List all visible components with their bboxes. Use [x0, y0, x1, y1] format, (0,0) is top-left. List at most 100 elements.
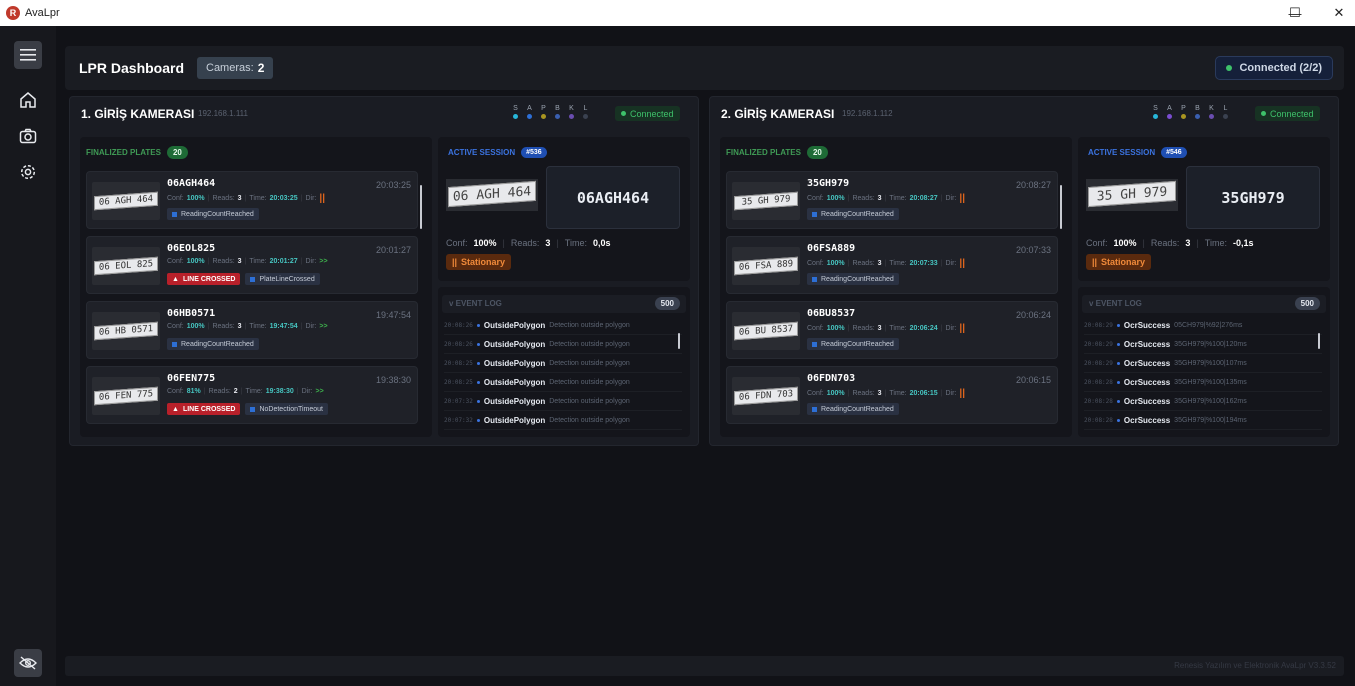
- connection-status-text: Connected (2/2): [1239, 62, 1322, 74]
- event-name: OutsidePolygon: [483, 416, 546, 425]
- event-dot-icon: [1116, 362, 1120, 365]
- event-log-header[interactable]: v EVENT LOG 500: [442, 295, 686, 313]
- settings-button[interactable]: [14, 158, 42, 186]
- menu-button[interactable]: [14, 41, 42, 69]
- camera-button[interactable]: [14, 122, 42, 150]
- close-button[interactable]: ✕: [1317, 0, 1355, 26]
- hide-button[interactable]: [14, 649, 42, 677]
- plate-timestamp: 19:47:54: [375, 310, 411, 320]
- dashboard-header: LPR Dashboard Cameras: 2 Connected (2/2): [65, 46, 1344, 90]
- scrollbar[interactable]: [1060, 185, 1062, 229]
- reason-badge: ReadingCountReached: [167, 338, 259, 350]
- divider: |: [940, 390, 943, 397]
- plate-row[interactable]: 06 BU 8537 06BU8537 20:06:24 Conf: 100% | Read…: [726, 301, 1058, 359]
- conf-value: 100%: [186, 258, 205, 265]
- reason-square-icon: [172, 211, 177, 217]
- event-row: 20:07:32 OutsidePolygon Detection outside …: [444, 393, 682, 411]
- active-session-header: ACTIVE SESSION #546: [1088, 147, 1187, 158]
- reason-text: ReadingCountReached: [821, 210, 894, 218]
- plate-stats: Conf: 100% | Reads: 3 | Time: 20:07:33 | Dir: ||: [807, 258, 965, 269]
- event-name: OcrSuccess: [1123, 378, 1171, 387]
- reads-label: Reads:: [852, 195, 875, 202]
- nav-rail: [0, 26, 56, 686]
- scrollbar[interactable]: [1318, 333, 1320, 349]
- plate-number: 06BU8537: [807, 308, 856, 319]
- finalized-plates-label: FINALIZED PLATES: [726, 148, 801, 157]
- event-timestamp: 20:08:26: [444, 341, 473, 348]
- event-log-label: v EVENT LOG: [1089, 299, 1142, 308]
- event-message: Detection outside polygon: [549, 398, 630, 405]
- plate-row[interactable]: 06 EOL 825 06EOL825 20:01:27 Conf: 100% | Read…: [86, 236, 418, 294]
- finalized-plates-panel[interactable]: FINALIZED PLATES 20 35 GH 979 35GH979 20:08…: [720, 137, 1072, 437]
- plate-tags: ReadingCountReached: [167, 208, 259, 220]
- event-message: 35GH979|%100|120ms: [1174, 341, 1247, 348]
- gear-icon: [20, 164, 36, 180]
- reason-text: NoDetectionTimeout: [259, 405, 323, 413]
- direction-bars-icon: ||: [319, 193, 325, 204]
- camera-status-badge: Connected: [1255, 106, 1320, 121]
- divider: |: [847, 260, 850, 267]
- indicator-letter: A: [527, 105, 532, 112]
- cameras-count-badge: Cameras: 2: [197, 57, 274, 79]
- indicator-p: P: [1181, 105, 1186, 119]
- divider: |: [847, 195, 850, 202]
- scrollbar[interactable]: [678, 333, 680, 349]
- home-icon: [20, 92, 36, 108]
- reason-badge: ReadingCountReached: [167, 208, 259, 220]
- divider: |: [240, 388, 243, 395]
- event-dot-icon: [476, 400, 480, 403]
- event-log-panel[interactable]: v EVENT LOG 500 20:08:29 OcrSuccess 05CH97…: [1078, 287, 1330, 437]
- conf-value: 100%: [826, 390, 845, 397]
- event-message: 35GH979|%100|107ms: [1174, 360, 1247, 367]
- plate-number: 06FEN775: [167, 373, 216, 384]
- divider: |: [940, 260, 943, 267]
- reads-label: Reads:: [212, 323, 235, 330]
- plate-row[interactable]: 06 HB 0571 06HB0571 19:47:54 Conf: 100% | Read…: [86, 301, 418, 359]
- event-timestamp: 20:08:29: [1084, 360, 1113, 367]
- event-log-title: EVENT LOG: [455, 299, 502, 308]
- maximize-icon: ☐: [1289, 5, 1301, 20]
- home-button[interactable]: [14, 86, 42, 114]
- time-label: Time:: [249, 258, 267, 265]
- time-value: 0,0s: [592, 238, 611, 248]
- divider: |: [244, 195, 247, 202]
- plate-image-text: 06 FDN 703: [734, 386, 798, 406]
- event-log-panel[interactable]: v EVENT LOG 500 20:08:26 OutsidePolygon De…: [438, 287, 690, 437]
- event-name: OutsidePolygon: [483, 340, 546, 349]
- dir-label: Dir:: [945, 325, 957, 332]
- plate-image: 06 FEN 775: [92, 377, 160, 415]
- plate-row[interactable]: 06 AGH 464 06AGH464 20:03:25 Conf: 100% | Read…: [86, 171, 418, 229]
- time-label: Time:: [564, 238, 587, 248]
- cameras-label: Cameras:: [206, 62, 254, 74]
- event-row: 20:08:26 OutsidePolygon Detection outside …: [444, 336, 682, 354]
- event-timestamp: 20:08:29: [1084, 322, 1113, 329]
- event-name: OutsidePolygon: [483, 397, 546, 406]
- reason-text: ReadingCountReached: [181, 210, 254, 218]
- plate-row[interactable]: 06 FDN 703 06FDN703 20:06:15 Conf: 100% | Read…: [726, 366, 1058, 424]
- plate-row[interactable]: 06 FSA 889 06FSA889 20:07:33 Conf: 100% | Read…: [726, 236, 1058, 294]
- finalized-plates-panel[interactable]: FINALIZED PLATES 20 06 AGH 464 06AGH464 20:…: [80, 137, 432, 437]
- reads-label: Reads:: [212, 258, 235, 265]
- direction-arrow-icon: >>: [319, 258, 328, 265]
- eye-off-icon: [19, 656, 37, 670]
- direction-bars-icon: ||: [959, 258, 965, 269]
- conf-value: 100%: [186, 323, 205, 330]
- indicator-letter: L: [1223, 105, 1228, 112]
- event-row: 20:08:28 OcrSuccess 35GH979|%100|135ms: [1084, 374, 1322, 392]
- scrollbar[interactable]: [420, 185, 422, 229]
- divider: |: [207, 195, 210, 202]
- dir-label: Dir:: [945, 195, 957, 202]
- conf-label: Conf:: [167, 195, 184, 202]
- reason-text: ReadingCountReached: [181, 340, 254, 348]
- maximize-button[interactable]: ☐: [1273, 0, 1317, 26]
- reads-label: Reads:: [852, 390, 875, 397]
- event-dot-icon: [1116, 381, 1120, 384]
- plate-row[interactable]: 35 GH 979 35GH979 20:08:27 Conf: 100% | Reads:…: [726, 171, 1058, 229]
- event-log-header[interactable]: v EVENT LOG 500: [1082, 295, 1326, 313]
- event-dot-icon: [1116, 400, 1120, 403]
- event-timestamp: 20:07:32: [444, 417, 473, 424]
- reads-value: 3: [237, 323, 242, 330]
- plate-row[interactable]: 06 FEN 775 06FEN775 19:38:30 Conf: 81% | Reads…: [86, 366, 418, 424]
- plate-image-text: 06 FSA 889: [734, 256, 798, 276]
- camera-card: 1. GİRİŞ KAMERASI 192.168.1.111 S A P B K L C…: [69, 96, 699, 446]
